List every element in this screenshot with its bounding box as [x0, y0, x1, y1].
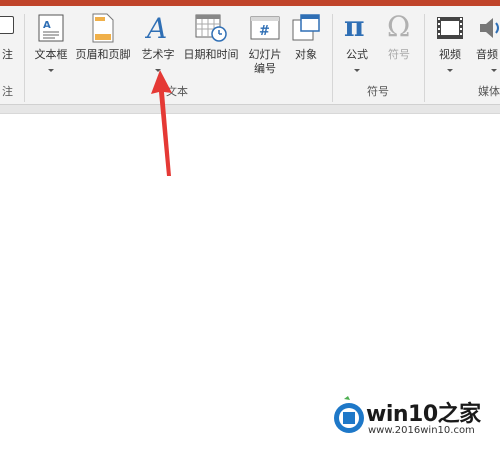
ribbon-insert-tab: 注 注 A 文本框 页眉和页脚 A 艺术字 日期和时间 # 幻灯片 编号 对象 …: [0, 6, 500, 105]
object-icon: [292, 14, 320, 41]
audio-icon: [480, 18, 499, 38]
audio-dropdown-caret[interactable]: [491, 69, 497, 72]
wordart-label: 艺术字: [141, 48, 175, 61]
video-button[interactable]: 视频: [430, 6, 470, 81]
equation-dropdown-caret[interactable]: [354, 69, 360, 72]
header-footer-icon: [92, 13, 114, 43]
wordart-icon: A: [145, 12, 167, 42]
svg-text:#: #: [259, 24, 270, 39]
slide-number-button[interactable]: # 幻灯片 编号: [244, 6, 286, 81]
video-icon: [437, 17, 463, 39]
textbox-icon: A: [38, 14, 64, 42]
group-separator: [24, 14, 25, 102]
audio-label: 音频: [476, 48, 498, 61]
symbol-button[interactable]: Ω 符号: [380, 6, 418, 81]
slide-number-label-line1: 幻灯片: [248, 48, 282, 61]
audio-button[interactable]: 音频: [474, 6, 500, 81]
group-separator: [424, 14, 425, 102]
slide-number-label-line2: 编号: [254, 62, 276, 75]
equation-button[interactable]: π 公式: [338, 6, 376, 81]
date-time-button[interactable]: 日期和时间: [180, 6, 242, 81]
object-label: 对象: [295, 48, 317, 61]
object-button[interactable]: 对象: [288, 6, 324, 81]
textbox-label: 文本框: [34, 48, 68, 61]
symbol-label: 符号: [388, 48, 410, 61]
video-dropdown-caret[interactable]: [447, 69, 453, 72]
video-label: 视频: [439, 48, 461, 61]
header-footer-label: 页眉和页脚: [75, 48, 131, 61]
pi-icon: π: [344, 10, 365, 43]
svg-text:A: A: [145, 12, 167, 42]
ribbon-bottom-strip: [0, 105, 500, 114]
comment-label: 注: [2, 48, 13, 61]
group-separator: [332, 14, 333, 102]
comment-icon: [0, 16, 14, 34]
svg-text:A: A: [43, 20, 51, 31]
header-footer-button[interactable]: 页眉和页脚: [72, 6, 134, 81]
watermark-url: www.2016win10.com: [368, 425, 475, 436]
win10-logo-icon: [334, 396, 364, 433]
date-time-label: 日期和时间: [183, 48, 239, 61]
group-label-media: 媒体: [478, 85, 500, 98]
slide-number-icon: #: [250, 16, 280, 40]
textbox-button[interactable]: A 文本框: [30, 6, 72, 81]
calendar-clock-icon: [195, 14, 227, 42]
textbox-dropdown-caret[interactable]: [48, 69, 54, 72]
equation-label: 公式: [346, 48, 368, 61]
group-label-symbols: 符号: [367, 85, 389, 98]
omega-icon: Ω: [387, 10, 411, 43]
comment-button-partial[interactable]: 注: [0, 6, 18, 86]
group-label-comments-partial: 注: [2, 85, 13, 98]
watermark: win10之家 www.2016win10.com: [328, 392, 500, 449]
annotation-arrow: [151, 70, 172, 176]
watermark-title: win10之家: [366, 402, 481, 427]
